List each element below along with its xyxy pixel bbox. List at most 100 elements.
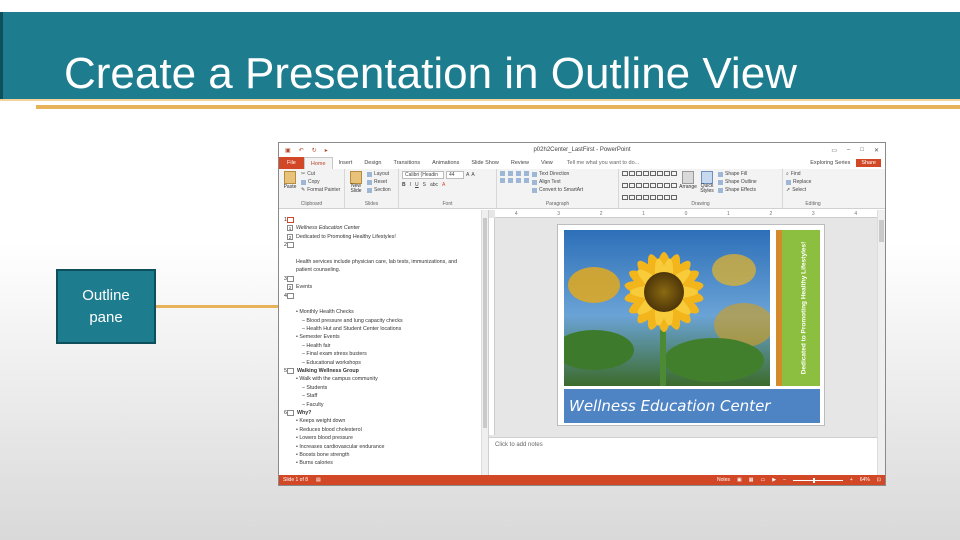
align-right-icon[interactable] bbox=[516, 178, 521, 183]
shape-icon[interactable] bbox=[629, 171, 635, 176]
underline-icon[interactable]: U bbox=[415, 182, 419, 188]
shape-icon[interactable] bbox=[671, 195, 677, 200]
shape-icon[interactable] bbox=[622, 171, 628, 176]
format-painter-button[interactable]: ✎ Format Painter bbox=[301, 187, 340, 193]
shape-icon[interactable] bbox=[629, 195, 635, 200]
outline-line[interactable]: • Semester Events bbox=[279, 333, 488, 341]
italic-icon[interactable]: I bbox=[410, 182, 411, 188]
spelling-icon[interactable]: ▤ bbox=[316, 477, 321, 483]
shape-icon[interactable] bbox=[636, 171, 642, 176]
zoom-slider[interactable] bbox=[792, 477, 843, 483]
outline-line[interactable]: 5 Walking Wellness Group bbox=[279, 367, 488, 375]
slide-scrollbar[interactable] bbox=[877, 210, 885, 475]
shape-fill-button[interactable]: Shape Fill bbox=[718, 171, 757, 177]
outline-line[interactable]: 2 Events bbox=[279, 283, 488, 291]
slide-icon[interactable] bbox=[287, 242, 294, 249]
increase-indent-icon[interactable] bbox=[524, 171, 529, 176]
outline-line[interactable]: • Increases cardiovascular endurance bbox=[279, 443, 488, 451]
justify-icon[interactable] bbox=[524, 178, 529, 183]
notes-pane[interactable]: Click to add notes bbox=[489, 437, 877, 475]
shape-icon[interactable] bbox=[622, 183, 628, 188]
outline-pane[interactable]: 1 1 Wellness Education Center 2 Dedicated to… bbox=[279, 210, 489, 475]
outline-line[interactable]: 3 bbox=[279, 275, 488, 283]
shape-icon[interactable] bbox=[650, 195, 656, 200]
share-button[interactable]: Share bbox=[856, 159, 881, 167]
notes-button[interactable]: Notes bbox=[717, 477, 730, 483]
align-text-button[interactable]: Align Text bbox=[532, 179, 583, 185]
shape-icon[interactable] bbox=[657, 183, 663, 188]
tab-view[interactable]: View bbox=[535, 157, 559, 169]
shape-icon[interactable] bbox=[643, 195, 649, 200]
slide-icon[interactable] bbox=[287, 368, 294, 375]
outline-line[interactable]: 4 bbox=[279, 292, 488, 300]
font-name-field[interactable]: Calibri (Headin bbox=[402, 171, 444, 179]
tab-insert[interactable]: Insert bbox=[333, 157, 359, 169]
decrease-indent-icon[interactable] bbox=[516, 171, 521, 176]
tab-slide-show[interactable]: Slide Show bbox=[465, 157, 505, 169]
current-slide[interactable]: Dedicated to Promoting Healthy Lifestyle… bbox=[557, 224, 825, 426]
tab-transitions[interactable]: Transitions bbox=[387, 157, 426, 169]
outline-line[interactable]: 2 Dedicated to Promoting Healthy Lifestyl… bbox=[279, 233, 488, 241]
section-button[interactable]: Section bbox=[367, 187, 391, 193]
strikethrough-icon[interactable]: abc bbox=[430, 182, 438, 188]
shape-icon[interactable] bbox=[636, 183, 642, 188]
tab-animations[interactable]: Animations bbox=[426, 157, 465, 169]
slide-icon[interactable] bbox=[287, 275, 294, 282]
numbering-icon[interactable] bbox=[508, 171, 513, 176]
slide-title-banner[interactable]: Wellness Education Center bbox=[564, 389, 820, 423]
slide-sorter-icon[interactable]: ▦ bbox=[749, 477, 754, 483]
shape-icon[interactable] bbox=[664, 195, 670, 200]
outline-line[interactable]: • Lowers blood pressure bbox=[279, 434, 488, 442]
shape-icon[interactable] bbox=[657, 171, 663, 176]
outline-line[interactable]: • Boosts bone strength bbox=[279, 451, 488, 459]
fit-to-window-icon[interactable]: ⊡ bbox=[877, 477, 881, 483]
slide-icon[interactable] bbox=[287, 292, 294, 299]
outline-line[interactable]: – Educational workshops bbox=[279, 359, 488, 367]
account-name[interactable]: Exploring Series bbox=[810, 160, 850, 166]
shape-outline-button[interactable]: Shape Outline bbox=[718, 179, 757, 185]
outline-line[interactable]: • Walk with the campus community bbox=[279, 375, 488, 383]
outline-line[interactable] bbox=[279, 300, 488, 308]
outline-line[interactable]: 6 Why? bbox=[279, 409, 488, 417]
outline-line[interactable]: • Burns calories bbox=[279, 459, 488, 467]
shape-effects-button[interactable]: Shape Effects bbox=[718, 187, 757, 193]
outline-line[interactable]: – Blood pressure and lung capacity check… bbox=[279, 317, 488, 325]
outline-line[interactable]: 1 bbox=[279, 216, 488, 224]
outline-line[interactable]: – Staff bbox=[279, 392, 488, 400]
outline-line[interactable]: • Reduces blood cholesterol bbox=[279, 426, 488, 434]
slide-scroll-thumb[interactable] bbox=[879, 220, 884, 242]
outline-scroll-thumb[interactable] bbox=[483, 218, 487, 428]
zoom-in-icon[interactable]: + bbox=[850, 477, 853, 483]
shape-icon[interactable] bbox=[650, 183, 656, 188]
replace-button[interactable]: Replace bbox=[786, 179, 811, 185]
grow-font-icon[interactable]: A bbox=[466, 172, 469, 178]
zoom-level[interactable]: 64% bbox=[860, 477, 870, 483]
slide-icon[interactable] bbox=[287, 217, 294, 223]
outline-line[interactable]: • Keeps weight down bbox=[279, 417, 488, 425]
outline-line[interactable]: Health services include physician care, … bbox=[279, 258, 488, 266]
center-icon[interactable] bbox=[508, 178, 513, 183]
text-direction-button[interactable]: Text Direction bbox=[532, 171, 583, 177]
font-size-field[interactable]: 44 bbox=[446, 171, 464, 179]
tab-review[interactable]: Review bbox=[505, 157, 535, 169]
outline-line[interactable] bbox=[279, 250, 488, 258]
shape-icon[interactable] bbox=[671, 171, 677, 176]
normal-view-icon[interactable]: ▣ bbox=[737, 477, 742, 483]
outline-line[interactable]: 1 Wellness Education Center bbox=[279, 224, 488, 232]
select-button[interactable]: ➚ Select bbox=[786, 187, 811, 193]
reset-button[interactable]: Reset bbox=[367, 179, 391, 185]
shape-icon[interactable] bbox=[643, 183, 649, 188]
tab-file[interactable]: File bbox=[279, 157, 304, 169]
zoom-out-icon[interactable]: – bbox=[783, 477, 786, 483]
font-color-icon[interactable]: A bbox=[442, 182, 445, 188]
outline-line[interactable]: • Monthly Health Checks bbox=[279, 308, 488, 316]
outline-line[interactable]: 2 bbox=[279, 241, 488, 249]
align-left-icon[interactable] bbox=[500, 178, 505, 183]
reading-view-icon[interactable]: ▭ bbox=[760, 477, 765, 483]
shape-icon[interactable] bbox=[622, 195, 628, 200]
sunflower-image[interactable] bbox=[564, 230, 770, 386]
outline-line[interactable]: – Health fair bbox=[279, 342, 488, 350]
shape-icon[interactable] bbox=[664, 171, 670, 176]
shape-icon[interactable] bbox=[650, 171, 656, 176]
shape-icon[interactable] bbox=[629, 183, 635, 188]
